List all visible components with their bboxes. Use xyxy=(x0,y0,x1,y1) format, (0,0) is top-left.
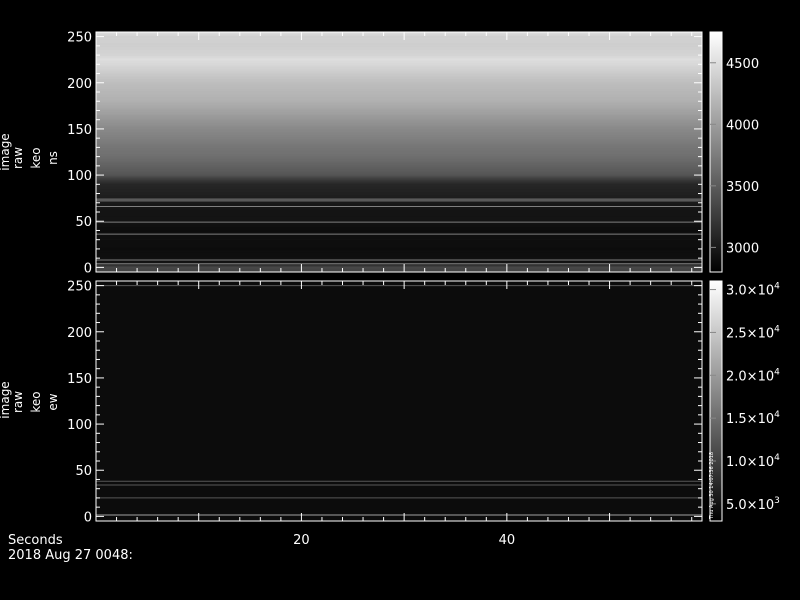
y-tick-label: 0 xyxy=(84,510,92,525)
top-keogram-rows xyxy=(96,32,702,273)
colorbar-tick-label: 2.5×104 xyxy=(726,324,780,341)
colorbar-side-note: Thu Aug 30 14:07:36 2018 xyxy=(709,452,715,520)
top-ylabel-line-3: keo xyxy=(29,147,43,168)
colorbar-tick-label: 5.0×103 xyxy=(726,496,780,513)
x-axis-title: Seconds xyxy=(8,533,63,548)
y-tick-label: 50 xyxy=(75,464,92,479)
top-ylabel-line-4: ns xyxy=(46,151,60,165)
top-y-axis-title: image raw keo ns xyxy=(0,133,60,170)
y-tick-label: 100 xyxy=(67,169,92,184)
bottom-panel: 0 50 100 150 200 250 20 40 image raw keo ew 5.… xyxy=(0,280,780,548)
bottom-ylabel-line-3: keo xyxy=(29,391,43,412)
y-tick-label: 200 xyxy=(67,77,92,92)
y-tick-label: 0 xyxy=(84,261,92,276)
y-tick-label: 250 xyxy=(67,280,92,295)
colorbar-tick-label: 3500 xyxy=(726,180,759,195)
keogram-figure: 050100150200250 image raw keo ns 3000350… xyxy=(0,31,780,563)
colorbar-tick-label: 3000 xyxy=(726,241,759,256)
colorbar-tick-label: 4000 xyxy=(726,118,759,133)
y-tick-label: 150 xyxy=(67,372,92,387)
colorbar-tick-label: 4500 xyxy=(726,57,759,72)
x-tick-label: 40 xyxy=(499,533,516,548)
bottom-ylabel-line-2: raw xyxy=(11,391,25,413)
top-colorbar xyxy=(709,31,723,273)
y-tick-label: 100 xyxy=(67,418,92,433)
top-panel: 0 50 100 150 200 250 image raw keo ns 3000 350… xyxy=(0,31,759,277)
y-tick-label: 150 xyxy=(67,123,92,138)
x-tick-label: 20 xyxy=(293,533,310,548)
timestamp-label: 2018 Aug 27 0048: xyxy=(8,548,133,563)
bottom-ylabel-line-4: ew xyxy=(46,393,60,410)
colorbar-tick-label: 3.0×104 xyxy=(726,282,780,299)
top-ylabel-line-2: raw xyxy=(11,147,25,169)
y-tick-label: 250 xyxy=(67,31,92,46)
colorbar-tick-label: 2.0×104 xyxy=(726,367,780,384)
y-tick-label: 50 xyxy=(75,215,92,230)
colorbar-tick-label: 1.5×104 xyxy=(726,410,780,427)
bottom-y-axis-title: image raw keo ew xyxy=(0,381,60,418)
y-tick-label: 200 xyxy=(67,326,92,341)
colorbar-tick-label: 1.0×104 xyxy=(726,453,780,470)
